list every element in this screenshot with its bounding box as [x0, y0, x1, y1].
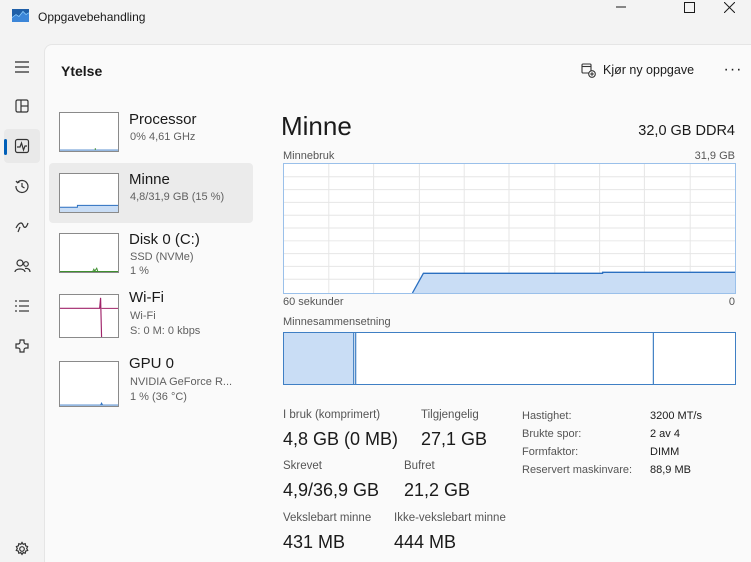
- settings-icon: [15, 541, 29, 556]
- nav-performance[interactable]: [4, 129, 40, 163]
- device-name: GPU 0: [129, 355, 175, 372]
- device-detail: NVIDIA GeForce R...: [130, 376, 233, 388]
- maximize-icon: [683, 1, 695, 13]
- hamburger-menu-icon: [15, 61, 29, 73]
- speed-value: 3200 MT/s: [650, 410, 702, 422]
- device-name: Minne: [129, 171, 170, 188]
- run-new-task-button[interactable]: Kjør ny oppgave: [581, 59, 694, 81]
- memory-usage-label: Minnebruk: [283, 150, 335, 162]
- memory-composition-bar: [283, 332, 736, 385]
- device-detail-2: S: 0 M: 0 kbps: [130, 325, 201, 337]
- wifi-thumbnail-graph: [59, 294, 119, 338]
- device-name: Processor: [129, 111, 197, 128]
- available-value: 27,1 GB: [421, 429, 488, 449]
- device-detail: 0% 4,61 GHz: [130, 131, 196, 143]
- app-history-icon: [15, 179, 29, 194]
- performance-panel: Ytelse Kjør ny oppgave ··· Processor 0% …: [44, 44, 751, 562]
- slots-used-label: Brukte spor:: [522, 428, 582, 440]
- in-use-value: 4,8 GB (0 MB): [283, 429, 399, 449]
- hardware-reserved-label: Reservert maskinvare:: [522, 464, 633, 476]
- committed-label: Skrevet: [283, 460, 322, 472]
- window-title: Oppgavebehandling: [38, 10, 146, 24]
- memory-usage-max: 31,9 GB: [694, 150, 735, 162]
- minimize-button[interactable]: [599, 0, 643, 14]
- run-new-task-icon: [581, 62, 596, 78]
- nav-processes[interactable]: [4, 89, 40, 123]
- time-axis-start: 60 sekunder: [283, 296, 344, 308]
- nav-details[interactable]: [4, 289, 40, 323]
- composition-in-use: [284, 333, 354, 384]
- more-options-button[interactable]: ···: [720, 59, 746, 81]
- cached-label: Bufret: [404, 460, 435, 472]
- minimize-icon: [616, 6, 626, 8]
- gpu-thumbnail-graph: [59, 361, 119, 407]
- memory-thumbnail-graph: [59, 173, 119, 213]
- task-manager-app-icon: [12, 9, 29, 22]
- form-factor-label: Formfaktor:: [522, 446, 579, 458]
- device-detail: Wi-Fi: [130, 310, 156, 322]
- resource-title: Minne: [281, 111, 352, 141]
- title-bar: Oppgavebehandling: [0, 0, 751, 36]
- device-name: Wi-Fi: [129, 289, 164, 306]
- left-navigation: [0, 44, 44, 562]
- available-label: Tilgjengelig: [421, 409, 479, 421]
- paged-pool-value: 431 MB: [283, 532, 346, 552]
- device-item-disk[interactable]: Disk 0 (C:) SSD (NVMe) 1 %: [49, 223, 253, 283]
- startup-apps-icon: [15, 222, 29, 233]
- hardware-reserved-value: 88,9 MB: [650, 464, 691, 476]
- close-icon: [723, 1, 735, 13]
- page-title: Ytelse: [61, 63, 103, 79]
- slots-used-value: 2 av 4: [650, 428, 680, 440]
- device-item-gpu[interactable]: GPU 0 NVIDIA GeForce R... 1 % (36 °C): [49, 353, 253, 413]
- device-detail-2: 1 %: [130, 265, 149, 277]
- details-icon: [15, 300, 29, 312]
- memory-usage-graph: [283, 163, 736, 294]
- maximize-button[interactable]: [667, 0, 711, 14]
- nav-users[interactable]: [4, 249, 40, 283]
- paged-pool-label: Vekslebart minne: [283, 512, 372, 524]
- device-detail: 4,8/31,9 GB (15 %): [130, 191, 225, 203]
- users-icon: [13, 259, 31, 273]
- performance-icon: [14, 138, 30, 154]
- nav-startup-apps[interactable]: [4, 209, 40, 243]
- memory-spec: 32,0 GB DDR4: [638, 123, 735, 139]
- device-item-memory[interactable]: Minne 4,8/31,9 GB (15 %): [49, 163, 253, 223]
- services-icon: [15, 339, 29, 353]
- committed-value: 4,9/36,9 GB: [283, 480, 380, 500]
- processes-icon: [15, 99, 29, 113]
- in-use-label: I bruk (komprimert): [283, 409, 381, 421]
- form-factor-value: DIMM: [650, 446, 680, 458]
- device-detail: SSD (NVMe): [130, 251, 194, 263]
- memory-composition-label: Minnesammensetning: [283, 316, 391, 328]
- device-item-wifi[interactable]: Wi-Fi Wi-Fi S: 0 M: 0 kbps: [49, 289, 253, 349]
- nav-app-history[interactable]: [4, 169, 40, 203]
- memory-usage-area: [412, 272, 735, 293]
- device-item-processor[interactable]: Processor 0% 4,61 GHz: [49, 107, 253, 167]
- non-paged-pool-value: 444 MB: [394, 532, 457, 552]
- nav-menu-button[interactable]: [4, 50, 40, 84]
- device-name: Disk 0 (C:): [129, 231, 200, 248]
- run-new-task-label: Kjør ny oppgave: [603, 63, 695, 77]
- more-options-icon: ···: [723, 61, 743, 78]
- non-paged-pool-label: Ikke-vekslebart minne: [394, 512, 506, 524]
- close-button[interactable]: [707, 0, 751, 14]
- device-detail-2: 1 % (36 °C): [130, 391, 187, 403]
- nav-services[interactable]: [4, 329, 40, 363]
- processor-thumbnail-graph: [59, 112, 119, 152]
- cached-value: 21,2 GB: [404, 480, 471, 500]
- time-axis-end: 0: [728, 296, 735, 308]
- nav-settings[interactable]: [4, 532, 40, 562]
- disk-thumbnail-graph: [59, 233, 119, 273]
- speed-label: Hastighet:: [522, 410, 572, 422]
